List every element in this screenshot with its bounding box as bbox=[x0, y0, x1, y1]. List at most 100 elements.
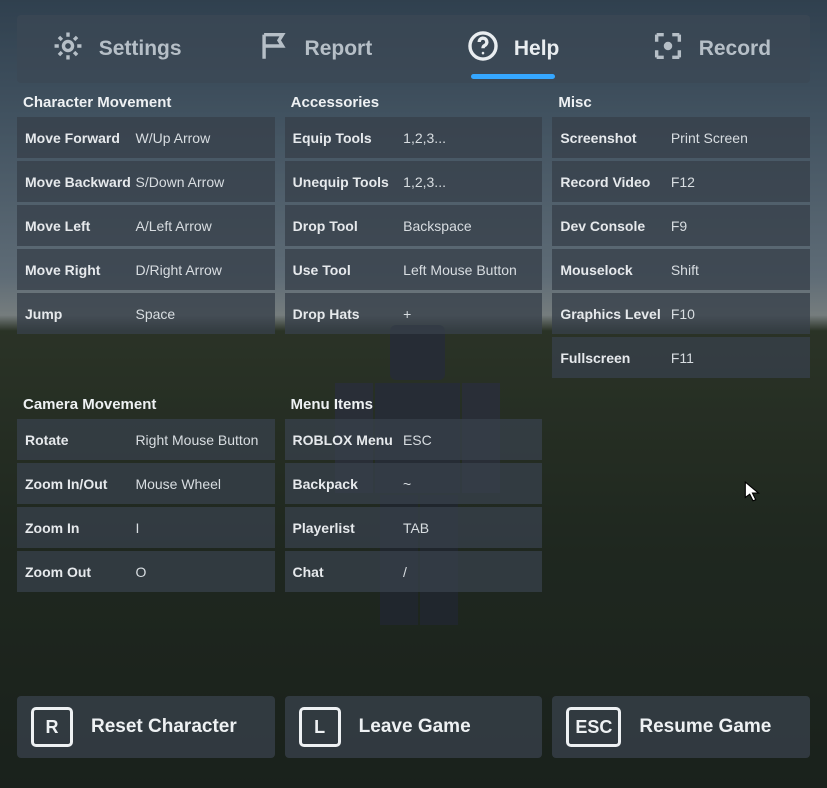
keybind-label: Move Left bbox=[17, 218, 136, 234]
keybind-value: W/Up Arrow bbox=[136, 130, 275, 146]
keybind-value: + bbox=[403, 306, 542, 322]
keybind-row: MouselockShift bbox=[552, 249, 810, 290]
section-header: Character Movement bbox=[17, 90, 275, 117]
tab-settings[interactable]: Settings bbox=[17, 15, 215, 83]
section-accessories: Accessories Equip Tools1,2,3... Unequip … bbox=[285, 90, 543, 381]
keybind-value: Backspace bbox=[403, 218, 542, 234]
keybind-value: 1,2,3... bbox=[403, 130, 542, 146]
keybind-value: F10 bbox=[671, 306, 810, 322]
keybind-value: D/Right Arrow bbox=[136, 262, 275, 278]
keybind-label: Screenshot bbox=[552, 130, 671, 146]
keybind-row: Equip Tools1,2,3... bbox=[285, 117, 543, 158]
keybind-label: Playerlist bbox=[285, 520, 403, 536]
section-character-movement: Character Movement Move ForwardW/Up Arro… bbox=[17, 90, 275, 381]
help-icon bbox=[466, 29, 500, 69]
help-sections-row1: Character Movement Move ForwardW/Up Arro… bbox=[17, 90, 810, 381]
keybind-value: ESC bbox=[403, 432, 542, 448]
keybind-value: Right Mouse Button bbox=[135, 432, 274, 448]
keybind-label: Move Forward bbox=[17, 130, 136, 146]
tab-record[interactable]: Record bbox=[612, 15, 810, 83]
keybind-label: Record Video bbox=[552, 174, 671, 190]
keybind-row: PlayerlistTAB bbox=[285, 507, 543, 548]
tab-report[interactable]: Report bbox=[215, 15, 413, 83]
keycap: R bbox=[31, 707, 73, 747]
keycap: L bbox=[299, 707, 341, 747]
keybind-label: Equip Tools bbox=[285, 130, 404, 146]
keybind-value: F11 bbox=[671, 350, 810, 366]
gear-icon bbox=[51, 29, 85, 69]
keybind-label: Graphics Level bbox=[552, 306, 671, 322]
keybind-row: Move RightD/Right Arrow bbox=[17, 249, 275, 290]
section-camera-movement: Camera Movement RotateRight Mouse Button… bbox=[17, 392, 275, 595]
leave-game-button[interactable]: L Leave Game bbox=[285, 696, 543, 758]
keybind-value: A/Left Arrow bbox=[136, 218, 275, 234]
flag-icon bbox=[257, 29, 291, 69]
keycap: ESC bbox=[566, 707, 621, 747]
keybind-label: Zoom In bbox=[17, 520, 135, 536]
keybind-value: Mouse Wheel bbox=[135, 476, 274, 492]
keybind-value: S/Down Arrow bbox=[136, 174, 275, 190]
keybind-value: Left Mouse Button bbox=[403, 262, 542, 278]
keybind-row: Graphics LevelF10 bbox=[552, 293, 810, 334]
keybind-label: Backpack bbox=[285, 476, 403, 492]
keybind-label: Dev Console bbox=[552, 218, 671, 234]
help-sections-row2: Camera Movement RotateRight Mouse Button… bbox=[17, 392, 542, 595]
button-label: Resume Game bbox=[639, 716, 771, 738]
keybind-row: Dev ConsoleF9 bbox=[552, 205, 810, 246]
keybind-row: RotateRight Mouse Button bbox=[17, 419, 275, 460]
keybind-label: Use Tool bbox=[285, 262, 404, 278]
keybind-label: Zoom In/Out bbox=[17, 476, 135, 492]
keybind-row: Backpack~ bbox=[285, 463, 543, 504]
keybind-label: Drop Hats bbox=[285, 306, 404, 322]
keybind-row: Use ToolLeft Mouse Button bbox=[285, 249, 543, 290]
section-header: Menu Items bbox=[285, 392, 543, 419]
keybind-label: Rotate bbox=[17, 432, 135, 448]
keybind-row: Move ForwardW/Up Arrow bbox=[17, 117, 275, 158]
keybind-row: Move LeftA/Left Arrow bbox=[17, 205, 275, 246]
keybind-row: ROBLOX MenuESC bbox=[285, 419, 543, 460]
resume-game-button[interactable]: ESC Resume Game bbox=[552, 696, 810, 758]
keybind-row: Move BackwardS/Down Arrow bbox=[17, 161, 275, 202]
keybind-label: Move Right bbox=[17, 262, 136, 278]
keybind-row: Unequip Tools1,2,3... bbox=[285, 161, 543, 202]
keybind-label: Mouselock bbox=[552, 262, 671, 278]
section-header: Camera Movement bbox=[17, 392, 275, 419]
keybind-row: Zoom InI bbox=[17, 507, 275, 548]
keybind-value: I bbox=[135, 520, 274, 536]
tab-label: Settings bbox=[99, 37, 182, 61]
section-misc: Misc ScreenshotPrint Screen Record Video… bbox=[552, 90, 810, 381]
keybind-row: Drop ToolBackspace bbox=[285, 205, 543, 246]
section-header: Misc bbox=[552, 90, 810, 117]
keybind-value: Print Screen bbox=[671, 130, 810, 146]
keybind-value: TAB bbox=[403, 520, 542, 536]
keybind-value: ~ bbox=[403, 476, 542, 492]
keybind-row: ScreenshotPrint Screen bbox=[552, 117, 810, 158]
keybind-row: Drop Hats+ bbox=[285, 293, 543, 334]
bottom-button-bar: R Reset Character L Leave Game ESC Resum… bbox=[17, 696, 810, 758]
keybind-value: F12 bbox=[671, 174, 810, 190]
keybind-value: 1,2,3... bbox=[403, 174, 542, 190]
tab-label: Record bbox=[699, 37, 771, 61]
button-label: Leave Game bbox=[359, 716, 471, 738]
tab-label: Report bbox=[305, 37, 373, 61]
record-icon bbox=[651, 29, 685, 69]
keybind-label: Move Backward bbox=[17, 174, 136, 190]
keybind-row: Record VideoF12 bbox=[552, 161, 810, 202]
section-menu-items: Menu Items ROBLOX MenuESC Backpack~ Play… bbox=[285, 392, 543, 595]
keybind-row: JumpSpace bbox=[17, 293, 275, 334]
button-label: Reset Character bbox=[91, 716, 237, 738]
keybind-value: Space bbox=[136, 306, 275, 322]
keybind-label: Drop Tool bbox=[285, 218, 404, 234]
keybind-value: F9 bbox=[671, 218, 810, 234]
tab-help[interactable]: Help bbox=[414, 15, 612, 83]
tabbar: Settings Report Help Record bbox=[17, 15, 810, 83]
reset-character-button[interactable]: R Reset Character bbox=[17, 696, 275, 758]
keybind-row: FullscreenF11 bbox=[552, 337, 810, 378]
tab-label: Help bbox=[514, 37, 560, 61]
keybind-row: Zoom In/OutMouse Wheel bbox=[17, 463, 275, 504]
keybind-label: Chat bbox=[285, 564, 403, 580]
keybind-label: Zoom Out bbox=[17, 564, 135, 580]
keybind-value: O bbox=[135, 564, 274, 580]
keybind-label: Jump bbox=[17, 306, 136, 322]
keybind-label: Unequip Tools bbox=[285, 174, 404, 190]
